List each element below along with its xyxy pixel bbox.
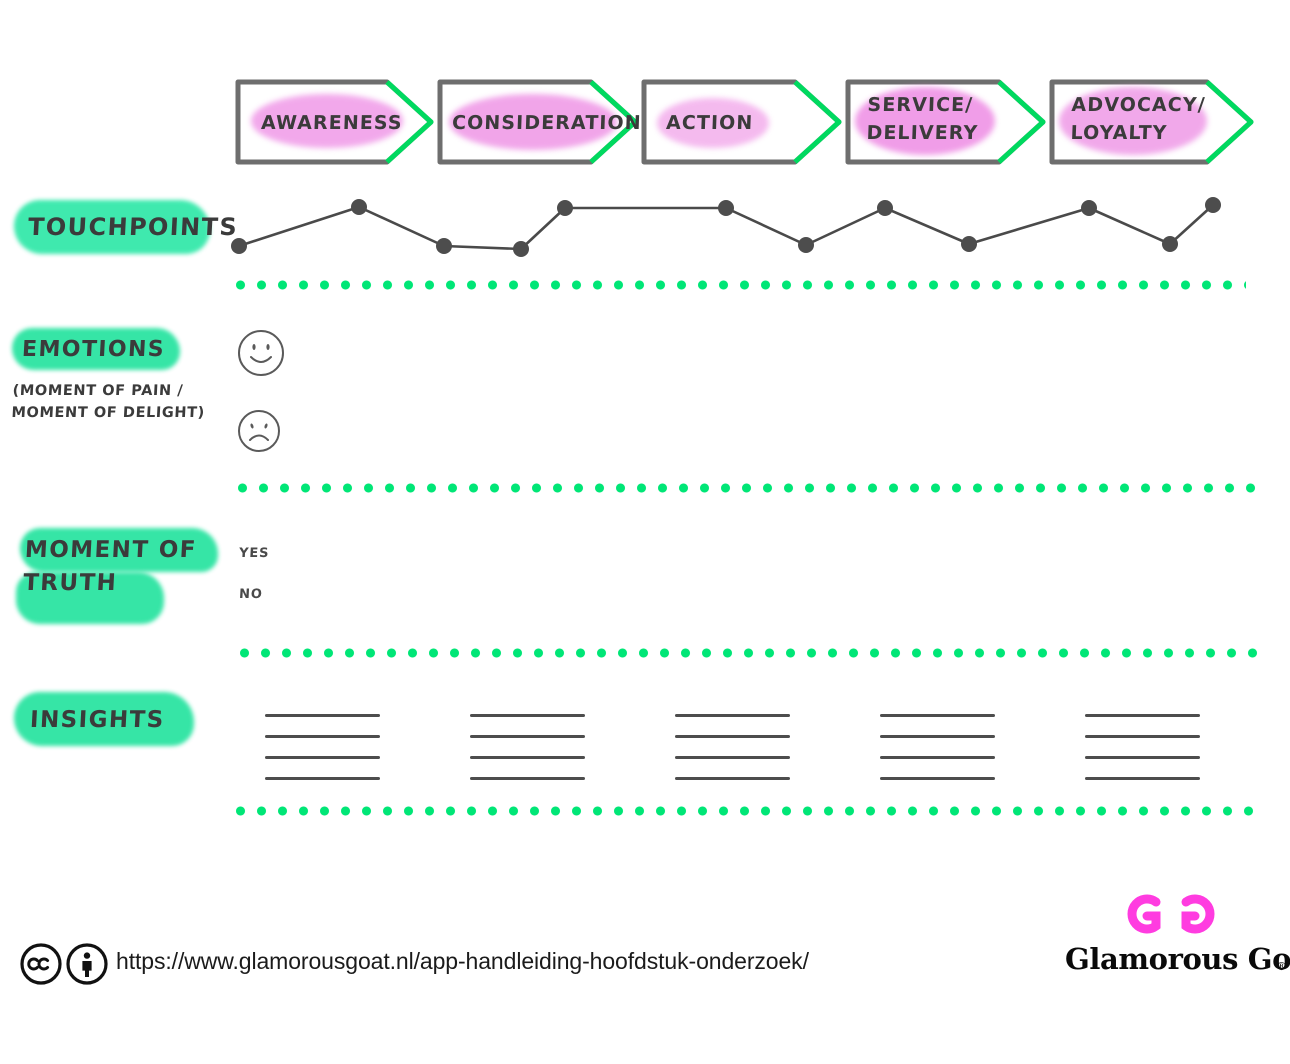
insights-write-line xyxy=(470,735,585,738)
touchpoint-node[interactable] xyxy=(718,200,734,216)
touchpoint-node[interactable] xyxy=(436,238,452,254)
row-sublabel-emotions: (MOMENT OF PAIN / MOMENT OF DELIGHT) xyxy=(11,383,206,422)
insights-column[interactable] xyxy=(675,714,790,798)
brand-name: Glamorous Goat xyxy=(1065,942,1290,976)
insights-write-line xyxy=(470,714,585,717)
touchpoint-node[interactable] xyxy=(1081,200,1097,216)
touchpoint-node[interactable] xyxy=(961,236,977,252)
moment-option-yes[interactable]: YES xyxy=(239,546,270,561)
brand-logo: Glamorous Goat ® xyxy=(1060,880,1290,1000)
sad-face-icon xyxy=(238,410,280,452)
registered-mark: ® xyxy=(1276,960,1287,973)
row-label-text: INSIGHTS xyxy=(29,707,166,733)
touchpoint-node[interactable] xyxy=(557,200,573,216)
row-label-text: EMOTIONS xyxy=(21,337,166,362)
touchpoint-node[interactable] xyxy=(798,237,814,253)
insights-write-line xyxy=(675,735,790,738)
footer: https://www.glamorousgoat.nl/app-handlei… xyxy=(0,880,1290,1064)
insights-write-line xyxy=(880,735,995,738)
stage-label: AWARENESS xyxy=(260,112,403,134)
touchpoint-node[interactable] xyxy=(1205,197,1221,213)
row-label-text: TOUCHPOINTS xyxy=(27,213,239,241)
insights-write-line xyxy=(265,714,380,717)
insights-write-line xyxy=(880,714,995,717)
insights-column[interactable] xyxy=(265,714,380,798)
stage-label: CONSIDERATION xyxy=(451,112,643,134)
touchpoint-node[interactable] xyxy=(1162,236,1178,252)
insights-write-line xyxy=(675,777,790,780)
touchpoint-node[interactable] xyxy=(513,241,529,257)
stage-label: ACTION xyxy=(665,112,754,134)
row-label-touchpoints: TOUCHPOINTS xyxy=(14,196,239,258)
insights-write-line xyxy=(675,756,790,759)
row-label-emotions: EMOTIONS xyxy=(12,326,252,372)
stage-label: ADVOCACY/ LOYALTY xyxy=(1070,94,1207,144)
journey-map-canvas: AWARENESS CONSIDERATION ACTION SERVICE/ … xyxy=(0,0,1290,1064)
insights-write-line xyxy=(880,756,995,759)
insights-column[interactable] xyxy=(1085,714,1200,798)
insights-write-line xyxy=(470,756,585,759)
dotted-divider-after-moment xyxy=(240,648,1264,658)
insights-write-line xyxy=(265,756,380,759)
insights-column[interactable] xyxy=(470,714,585,798)
insights-write-line xyxy=(880,777,995,780)
insights-column[interactable] xyxy=(880,714,995,798)
insights-write-line xyxy=(470,777,585,780)
row-label-text: MOMENT OF TRUTH xyxy=(22,537,198,597)
dotted-divider-after-emotions xyxy=(238,483,1264,493)
insights-write-line xyxy=(1085,735,1200,738)
stage-label: SERVICE/ DELIVERY xyxy=(866,94,979,144)
insights-write-line xyxy=(1085,777,1200,780)
insights-write-line xyxy=(265,777,380,780)
happy-face-icon xyxy=(238,330,284,376)
touchpoint-node[interactable] xyxy=(351,199,367,215)
row-label-insights: INSIGHTS xyxy=(14,688,214,750)
row-label-moment-of-truth: MOMENT OF TRUTH xyxy=(14,524,234,634)
dotted-divider-after-touchpoints xyxy=(236,280,1246,290)
dotted-divider-after-insights xyxy=(236,806,1263,816)
goat-horns-icon xyxy=(1127,894,1215,934)
source-url[interactable]: https://www.glamorousgoat.nl/app-handlei… xyxy=(116,948,809,975)
insights-write-line xyxy=(1085,756,1200,759)
creative-commons-icon xyxy=(20,943,62,985)
insights-write-line xyxy=(1085,714,1200,717)
insights-write-line xyxy=(675,714,790,717)
insights-write-line xyxy=(265,735,380,738)
attribution-icon xyxy=(66,943,108,985)
touchpoint-node[interactable] xyxy=(877,200,893,216)
moment-option-no[interactable]: NO xyxy=(239,587,264,602)
